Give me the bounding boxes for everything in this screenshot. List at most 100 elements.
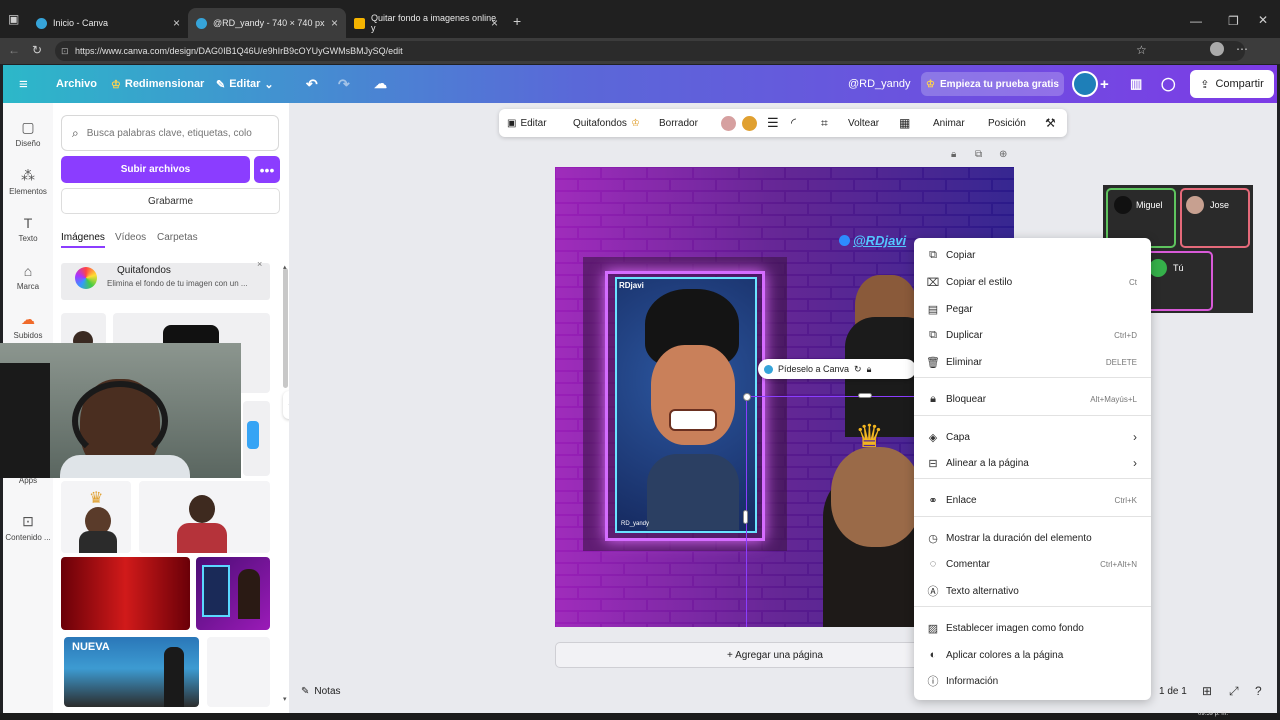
resize-handle[interactable] bbox=[743, 393, 751, 401]
maximize-icon[interactable]: ❐ bbox=[1228, 14, 1239, 28]
favorite-star-icon[interactable]: ☆ bbox=[1136, 43, 1147, 57]
paint-format-icon[interactable]: ⚒ bbox=[1045, 109, 1056, 137]
context-menu-item[interactable]: ▤ Pegar bbox=[914, 298, 1151, 320]
context-menu-item[interactable]: ⌧ Copiar el estilo Ct bbox=[914, 271, 1151, 293]
bg-remover-button[interactable]: Quitafondos ♔ bbox=[573, 109, 640, 137]
context-menu-item[interactable]: 🗑︎ Eliminar DELETE bbox=[914, 351, 1151, 373]
browser-tab-1[interactable]: Inicio - Canva × bbox=[28, 8, 188, 38]
close-tab-icon[interactable]: × bbox=[173, 16, 180, 30]
reload-icon[interactable]: ↻ bbox=[32, 43, 42, 57]
collaborator-card[interactable]: Tú bbox=[1143, 251, 1213, 311]
tab-actions-icon[interactable]: ▣ bbox=[8, 12, 19, 26]
red-curtain-thumbnail[interactable] bbox=[61, 557, 190, 630]
context-menu-item[interactable]: ◌ Comentar Ctrl+Alt+N bbox=[914, 553, 1151, 575]
fullscreen-icon[interactable]: ⤢ bbox=[1229, 684, 1239, 699]
corner-rounding-icon[interactable]: ◜ bbox=[791, 109, 796, 137]
context-menu-item[interactable]: ◐ Aplicar colores a la página bbox=[914, 644, 1151, 666]
lock-icon[interactable]: 🔒︎ bbox=[867, 364, 872, 375]
url-field[interactable]: ⊡ https://www.canva.com/design/DAG0IB1Q4… bbox=[55, 41, 1245, 61]
background-remover-card[interactable]: Quitafondos Elimina el fondo de tu image… bbox=[61, 259, 270, 300]
context-menu-item[interactable]: 🔒︎ Bloquear Alt+Mayús+L bbox=[914, 388, 1151, 410]
rail-item-design[interactable]: ▢ Diseño bbox=[3, 119, 53, 148]
rail-item-uploads[interactable]: ☁ Subidos bbox=[3, 311, 53, 340]
animate-button[interactable]: Animar bbox=[933, 109, 965, 137]
context-menu-item[interactable]: ⊟ Alinear a la página › bbox=[914, 452, 1151, 474]
close-window-icon[interactable]: ✕ bbox=[1258, 13, 1268, 27]
back-icon[interactable]: ← bbox=[8, 43, 20, 57]
close-icon[interactable]: × bbox=[257, 259, 262, 269]
minimize-icon[interactable]: — bbox=[1190, 14, 1202, 28]
undo-icon[interactable]: ↶ bbox=[306, 65, 318, 103]
panel-scrollbar[interactable] bbox=[283, 268, 288, 388]
record-button[interactable]: Grabarme bbox=[61, 188, 280, 214]
crop-icon[interactable]: ⌗ bbox=[821, 109, 828, 137]
context-menu-item[interactable]: ⓘ Información bbox=[914, 670, 1151, 692]
cloud-saved-icon[interactable]: ☁ bbox=[374, 65, 387, 103]
upload-thumbnail[interactable] bbox=[139, 481, 270, 553]
position-button[interactable]: Posición bbox=[988, 109, 1026, 137]
context-menu-item[interactable]: ⚭ Enlace Ctrl+K bbox=[914, 489, 1151, 511]
browser-menu-icon[interactable]: ⋯ bbox=[1236, 42, 1248, 56]
upload-thumbnail[interactable] bbox=[243, 401, 270, 476]
profile-avatar[interactable] bbox=[1210, 42, 1224, 56]
page-counter[interactable]: 1 de 1 bbox=[1159, 686, 1187, 697]
close-tab-icon[interactable]: × bbox=[491, 16, 498, 30]
eraser-button[interactable]: Borrador bbox=[659, 109, 698, 137]
user-avatar[interactable] bbox=[1072, 71, 1098, 97]
transparency-icon[interactable]: ▦ bbox=[899, 109, 910, 137]
grid-view-icon[interactable]: ⊞ bbox=[1202, 684, 1212, 698]
search-box[interactable]: ⌕ bbox=[61, 115, 279, 151]
upload-files-button[interactable]: Subir archivos bbox=[61, 156, 250, 183]
flip-button[interactable]: Voltear bbox=[848, 109, 879, 137]
archivo-menu[interactable]: Archivo bbox=[56, 65, 97, 103]
edit-mode-button[interactable]: ✎ Editar ⌄ bbox=[216, 65, 274, 103]
rail-item-brand[interactable]: ⌂ Marca bbox=[3, 263, 53, 291]
context-menu-item[interactable]: Ⓐ Texto alternativo bbox=[914, 580, 1151, 602]
browser-tab-3[interactable]: Quitar fondo a imagenes online y × bbox=[346, 8, 506, 38]
add-page-icon[interactable]: ⊕ bbox=[999, 149, 1007, 160]
duplicate-page-icon[interactable]: ⧉ bbox=[975, 149, 982, 160]
tab-videos[interactable]: Vídeos bbox=[115, 232, 146, 243]
context-menu-item[interactable]: ◷ Mostrar la duración del elemento bbox=[914, 527, 1151, 549]
trial-button[interactable]: ♔ Empieza tu prueba gratis bbox=[921, 72, 1064, 96]
design-thumbnail[interactable] bbox=[196, 557, 270, 630]
color-swatch[interactable] bbox=[742, 116, 757, 131]
scroll-down-icon[interactable]: ▾ bbox=[283, 695, 287, 703]
upload-thumbnail[interactable] bbox=[207, 637, 270, 707]
upload-thumbnail[interactable]: ♛ bbox=[61, 481, 131, 553]
ask-canva-pill[interactable]: Pídeselo a Canva ↻ 🔒︎ bbox=[758, 359, 916, 379]
border-style-icon[interactable]: ☰ bbox=[767, 109, 779, 137]
new-tab-icon[interactable]: + bbox=[513, 13, 521, 29]
resize-handle[interactable] bbox=[743, 510, 748, 524]
comments-icon[interactable]: ◯ bbox=[1161, 65, 1176, 103]
context-menu-item[interactable]: ⧉ Copiar bbox=[914, 244, 1151, 266]
context-menu-item[interactable]: ◈ Capa › bbox=[914, 426, 1151, 448]
nueva-thumbnail[interactable]: NUEVA bbox=[64, 637, 199, 707]
insights-chart-icon[interactable]: ▥ bbox=[1130, 65, 1142, 103]
browser-tab-2[interactable]: @RD_yandy - 740 × 740 px × bbox=[188, 8, 346, 38]
scroll-up-icon[interactable]: ▴ bbox=[283, 263, 287, 271]
rail-item-elements[interactable]: ⁂ Elementos bbox=[3, 167, 53, 196]
add-collaborator-icon[interactable]: + bbox=[1100, 65, 1109, 103]
context-menu-item[interactable]: ▨ Establecer imagen como fondo bbox=[914, 617, 1151, 639]
color-swatch[interactable] bbox=[721, 116, 736, 131]
site-info-icon[interactable]: ⊡ bbox=[61, 46, 69, 57]
lock-page-icon[interactable]: 🔒︎ bbox=[951, 149, 956, 160]
redo-icon[interactable]: ↷ bbox=[338, 65, 350, 103]
rail-item-text[interactable]: T Texto bbox=[3, 215, 53, 243]
rail-item-content[interactable]: ⊡ Contenido ... bbox=[3, 513, 53, 542]
tab-images[interactable]: Imágenes bbox=[61, 232, 105, 248]
search-input[interactable] bbox=[86, 127, 257, 139]
tab-folders[interactable]: Carpetas bbox=[157, 232, 198, 243]
resize-button[interactable]: ♔ Redimensionar bbox=[111, 65, 204, 103]
hamburger-menu-icon[interactable]: ≡ bbox=[19, 65, 28, 103]
edit-image-button[interactable]: ▣ Editar bbox=[507, 109, 547, 137]
rotate-icon[interactable]: ↻ bbox=[854, 364, 862, 375]
collaborator-card[interactable]: Jose bbox=[1180, 188, 1250, 248]
notes-button[interactable]: ✎ Notas bbox=[301, 686, 341, 697]
more-options-icon[interactable]: ••• bbox=[254, 156, 280, 183]
resize-handle[interactable] bbox=[858, 393, 872, 398]
help-icon[interactable]: ? bbox=[1255, 684, 1262, 698]
context-menu-item[interactable]: ⧉ Duplicar Ctrl+D bbox=[914, 324, 1151, 346]
share-button[interactable]: ⇪ Compartir bbox=[1190, 70, 1274, 98]
